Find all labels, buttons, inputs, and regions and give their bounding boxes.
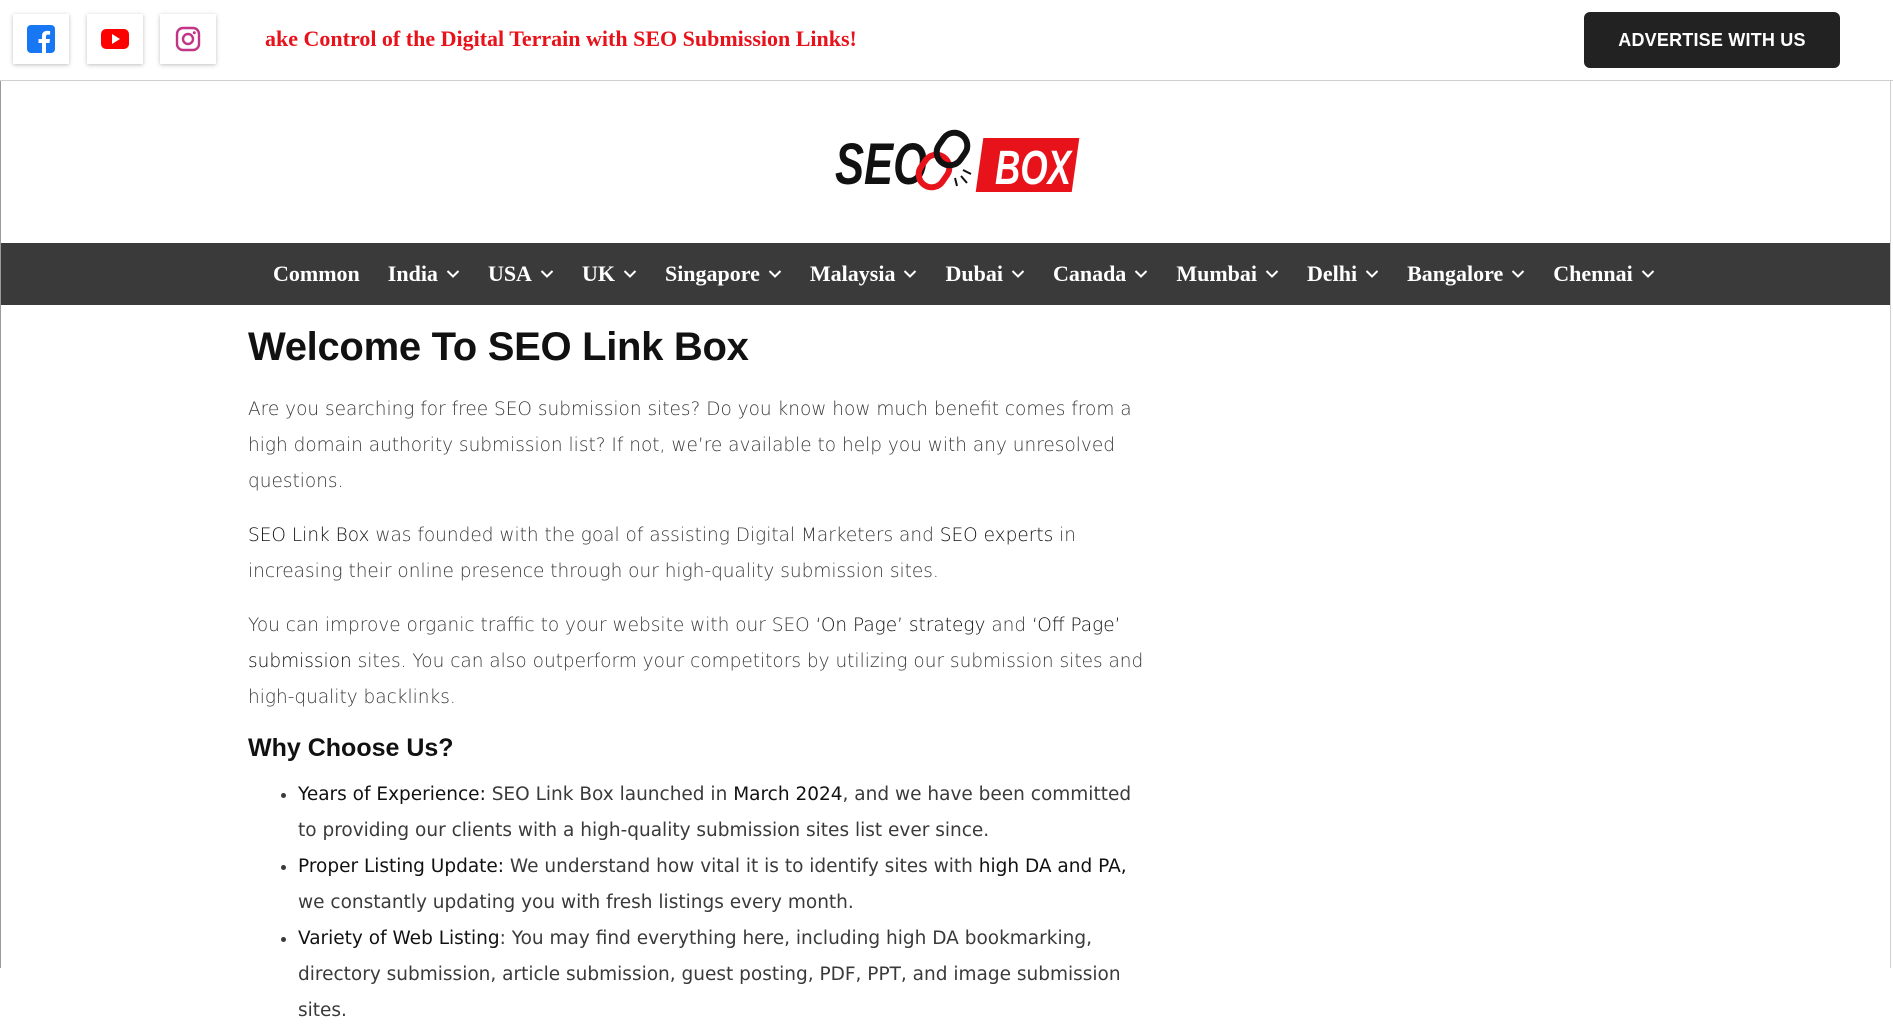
nav-item-label: Malaysia bbox=[809, 261, 896, 286]
nav-item-chennai[interactable]: Chennai bbox=[1553, 261, 1654, 287]
why-choose-us-list: Years of Experience: SEO Link Box launch… bbox=[248, 777, 1148, 1029]
seo-experts-link[interactable]: SEO experts bbox=[940, 525, 1054, 546]
nav-item-label: USA bbox=[487, 261, 532, 286]
list-item: Variety of Web Listing: You may find eve… bbox=[298, 921, 1148, 1029]
nav-item-canada[interactable]: Canada bbox=[1053, 261, 1148, 287]
ticker-text: ake Control of the Digital Terrain with … bbox=[265, 26, 857, 51]
chevron-down-icon bbox=[1365, 270, 1379, 278]
nav-item-dubai[interactable]: Dubai bbox=[945, 261, 1025, 287]
nav-item-common[interactable]: Common bbox=[273, 261, 360, 287]
nav-item-label: Bangalore bbox=[1407, 261, 1504, 286]
chevron-down-icon bbox=[1512, 270, 1525, 278]
nav-item-bangalore[interactable]: Bangalore bbox=[1407, 261, 1525, 287]
nav-item-label: Common bbox=[273, 261, 360, 286]
intro-paragraph: Are you searching for free SEO submissio… bbox=[248, 399, 1132, 492]
chevron-down-icon bbox=[1641, 270, 1654, 278]
site-logo[interactable]: SEO BOX bbox=[835, 126, 1081, 197]
page-title: Welcome To SEO Link Box bbox=[248, 325, 749, 369]
chevron-down-icon bbox=[1265, 270, 1279, 278]
nav-item-singapore[interactable]: Singapore bbox=[665, 261, 782, 287]
instagram-icon bbox=[175, 26, 201, 52]
nav-item-uk[interactable]: UK bbox=[582, 261, 637, 287]
nav-item-label: Mumbai bbox=[1176, 261, 1257, 286]
seo-link-box-link[interactable]: SEO Link Box bbox=[248, 525, 369, 546]
instagram-link[interactable] bbox=[160, 14, 216, 64]
nav-item-label: Canada bbox=[1052, 261, 1127, 286]
svg-text:BOX: BOX bbox=[995, 142, 1073, 192]
strategy-paragraph: You can improve organic traffic to your … bbox=[248, 615, 1144, 708]
facebook-link[interactable] bbox=[13, 14, 69, 64]
chevron-down-icon bbox=[768, 270, 782, 278]
list-item: Proper Listing Update: We understand how… bbox=[298, 849, 1148, 921]
nav-item-label: India bbox=[387, 261, 438, 286]
about-paragraph: SEO Link Box was founded with the goal o… bbox=[248, 525, 1076, 582]
list-item: Years of Experience: SEO Link Box launch… bbox=[298, 777, 1148, 849]
nav-item-mumbai[interactable]: Mumbai bbox=[1176, 261, 1279, 287]
seo-link-box-logo: SEO BOX bbox=[835, 129, 1080, 197]
nav-item-label: UK bbox=[581, 261, 615, 286]
main-content: Welcome To SEO Link Box Are you searchin… bbox=[248, 325, 1148, 1029]
main-navigation: Common India USA UK Singapore Malaysia Dubai Ca… bbox=[1, 243, 1890, 305]
why-choose-us-heading: Why Choose Us? bbox=[248, 734, 454, 762]
nav-item-label: Delhi bbox=[1307, 261, 1358, 286]
youtube-link[interactable] bbox=[87, 14, 143, 64]
nav-item-delhi[interactable]: Delhi bbox=[1307, 261, 1379, 287]
top-bar: ake Control of the Digital Terrain with … bbox=[0, 0, 1893, 81]
youtube-icon bbox=[101, 29, 129, 49]
nav-list: Common India USA UK Singapore Malaysia Dubai Ca… bbox=[273, 243, 1683, 305]
nav-item-malaysia[interactable]: Malaysia bbox=[810, 261, 918, 287]
nav-item-label: Singapore bbox=[664, 261, 760, 286]
advertise-button[interactable]: ADVERTISE WITH US bbox=[1584, 12, 1840, 68]
on-page-strategy-link[interactable]: ‘On Page’ strategy bbox=[816, 615, 986, 636]
nav-item-usa[interactable]: USA bbox=[488, 261, 554, 287]
nav-item-label: Dubai bbox=[945, 261, 1003, 286]
chevron-down-icon bbox=[623, 270, 637, 278]
chevron-down-icon bbox=[446, 270, 460, 278]
nav-item-label: Chennai bbox=[1553, 261, 1633, 286]
facebook-icon bbox=[27, 25, 55, 54]
chevron-down-icon bbox=[904, 270, 917, 278]
chevron-down-icon bbox=[1135, 270, 1148, 278]
svg-text:SEO: SEO bbox=[835, 132, 927, 192]
chevron-down-icon bbox=[1011, 270, 1025, 278]
chevron-down-icon bbox=[540, 270, 554, 278]
nav-item-india[interactable]: India bbox=[388, 261, 460, 287]
